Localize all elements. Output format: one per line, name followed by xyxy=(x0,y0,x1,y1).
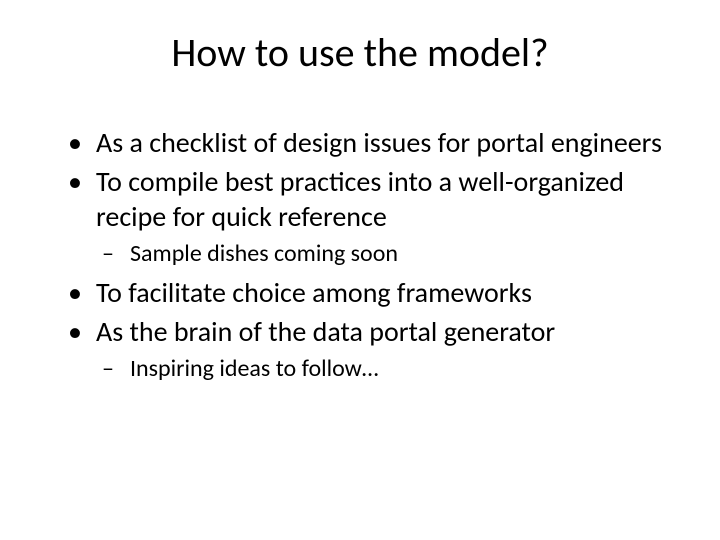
sub-bullet-text: Inspiring ideas to follow… xyxy=(130,354,378,383)
bullet-text: To facilitate choice among frameworks xyxy=(96,275,532,310)
slide: How to use the model? As a checklist of … xyxy=(0,0,720,540)
bullet-item: As a checklist of design issues for port… xyxy=(68,125,680,160)
bullet-text: As a checklist of design issues for port… xyxy=(96,125,662,160)
sub-bullet-text: Sample dishes coming soon xyxy=(130,239,398,268)
bullet-text: To compile best practices into a well-or… xyxy=(96,164,624,234)
sub-bullet-list: Inspiring ideas to follow… xyxy=(96,353,680,384)
sub-bullet-list: Sample dishes coming soon xyxy=(96,238,680,269)
bullet-list: As a checklist of design issues for port… xyxy=(68,125,680,384)
slide-title: How to use the model? xyxy=(40,28,680,77)
bullet-item: To facilitate choice among frameworks xyxy=(68,275,680,310)
slide-content: As a checklist of design issues for port… xyxy=(40,125,680,384)
sub-bullet-item: Inspiring ideas to follow… xyxy=(102,353,680,384)
sub-bullet-item: Sample dishes coming soon xyxy=(102,238,680,269)
bullet-item: As the brain of the data portal generato… xyxy=(68,314,680,384)
bullet-item: To compile best practices into a well-or… xyxy=(68,164,680,269)
bullet-text: As the brain of the data portal generato… xyxy=(96,314,555,349)
